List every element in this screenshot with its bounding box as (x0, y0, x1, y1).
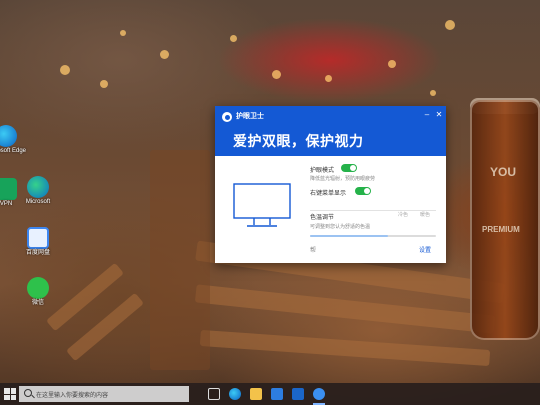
search-input[interactable]: 在这里输入你要搜索的内容 (19, 386, 189, 402)
toggle-knob (364, 188, 370, 194)
eye-care-window: 护眼卫士 – ✕ 爱护双眼，保护视力 护眼模式 降低蓝光辐射，预防用眼疲劳 右键… (215, 106, 446, 263)
edge-icon (27, 176, 49, 198)
desktop-icon-wechat[interactable]: 微信 (18, 277, 58, 307)
context-menu-toggle[interactable] (355, 187, 371, 195)
desktop-icon-baidu-netdisk[interactable]: 百度网盘 (18, 227, 58, 257)
eye-mode-description: 降低蓝光辐射，预防用眼疲劳 (310, 176, 376, 182)
desktop-icon-label: 百度网盘 (25, 250, 50, 256)
divider (310, 210, 436, 211)
color-temp-description: 可调整到您认为舒适的色温 (310, 224, 371, 230)
monitor-icon (233, 183, 291, 227)
help-link[interactable]: 帮 (310, 245, 316, 254)
eye-mode-label: 护眼模式 (310, 168, 335, 174)
task-view-icon[interactable] (208, 388, 220, 400)
cool-range-label: 冷色 (398, 212, 409, 218)
slogan-heading: 爱护双眼，保护视力 (233, 133, 364, 149)
toggle-knob (350, 165, 356, 171)
wechat-icon (27, 277, 49, 299)
warm-range-label: 暖色 (420, 212, 431, 218)
context-menu-label: 右键菜单显示 (310, 191, 347, 197)
edge-icon[interactable] (229, 388, 241, 400)
color-temp-label: 色温调节 (310, 215, 335, 221)
close-button[interactable]: ✕ (434, 110, 444, 120)
explorer-icon[interactable] (250, 388, 262, 400)
app-title: 护眼卫士 (236, 113, 264, 120)
desktop-icon-label: Microsoft Edge (0, 148, 27, 154)
minimize-button[interactable]: – (422, 110, 432, 120)
settings-link[interactable]: 设置 (419, 245, 431, 254)
window-header: 护眼卫士 – ✕ 爱护双眼，保护视力 (215, 106, 446, 156)
start-button[interactable] (4, 388, 16, 400)
mail-icon[interactable] (292, 388, 304, 400)
search-icon (24, 389, 32, 397)
color-temp-slider[interactable] (310, 235, 436, 237)
taskbar: 在这里输入你要搜索的内容 (0, 383, 540, 405)
desktop-icon-microsoft[interactable]: Microsoft (18, 176, 58, 206)
desktop-icon-label: Microsoft (25, 199, 51, 205)
search-placeholder: 在这里输入你要搜索的内容 (36, 393, 109, 399)
desktop-icon-label: 微信 (31, 300, 44, 306)
eye-mode-toggle[interactable] (341, 164, 357, 172)
app-icon[interactable] (313, 388, 325, 400)
edge-icon (0, 125, 17, 147)
desktop-icon-edge[interactable]: Microsoft Edge (0, 125, 26, 155)
store-icon[interactable] (271, 388, 283, 400)
cloud-icon (27, 227, 49, 249)
vpn-icon (0, 178, 17, 200)
app-logo-icon (222, 112, 232, 122)
slider-fill (310, 235, 389, 237)
